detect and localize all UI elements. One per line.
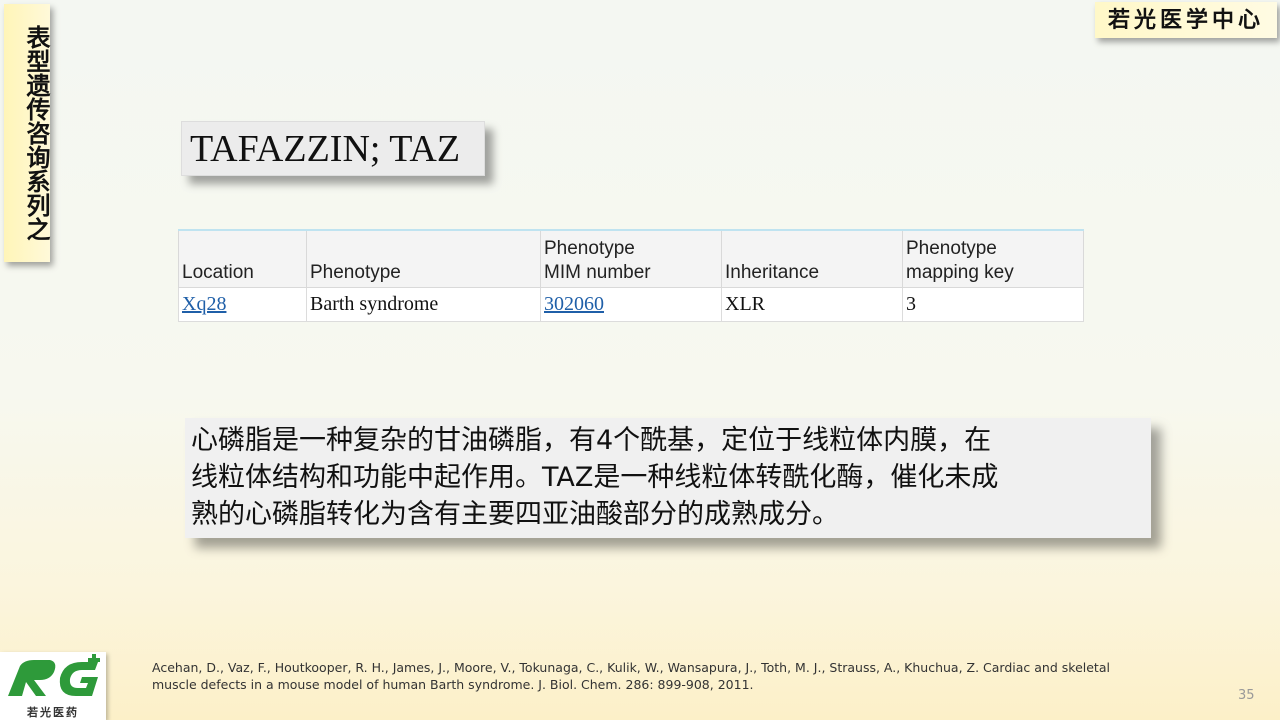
description-line: 熟的心磷脂转化为含有主要四亚油酸部分的成熟成分。 (191, 499, 839, 530)
header-location: Location (178, 229, 307, 288)
reference-line: Acehan, D., Vaz, F., Houtkooper, R. H., … (152, 660, 1110, 675)
series-side-tab: 表型遗传咨询系列之 (4, 4, 50, 262)
cell-location: Xq28 (178, 287, 307, 322)
gene-title-box: TAFAZZIN; TAZ (181, 121, 485, 176)
table-row: Xq28 Barth syndrome 302060 XLR 3 (178, 287, 1084, 322)
table-header-row: Location Phenotype Phenotype MIM number I… (178, 229, 1084, 288)
header-inheritance: Inheritance (721, 229, 903, 288)
cell-inheritance: XLR (721, 287, 903, 322)
cell-phenotype: Barth syndrome (306, 287, 541, 322)
phenotype-table: Location Phenotype Phenotype MIM number I… (178, 229, 1084, 322)
mim-number-link[interactable]: 302060 (544, 293, 604, 315)
description-text: 心磷脂是一种复杂的甘油磷脂，有4个酰基，定位于线粒体内膜，在 线粒体结构和功能中… (185, 418, 1151, 533)
description-box: 心磷脂是一种复杂的甘油磷脂，有4个酰基，定位于线粒体内膜，在 线粒体结构和功能中… (185, 418, 1151, 538)
header-mapping-key: Phenotype mapping key (902, 229, 1084, 288)
location-link[interactable]: Xq28 (182, 293, 226, 315)
header-phenotype: Phenotype (306, 229, 541, 288)
description-line: 线粒体结构和功能中起作用。TAZ是一种线粒体转酰化酶，催化未成 (191, 462, 999, 493)
company-logo: 若光医药 (0, 652, 106, 720)
series-title: 表型遗传咨询系列之 (22, 25, 50, 241)
gene-title: TAFAZZIN; TAZ (190, 128, 461, 170)
cell-mapping-key: 3 (902, 287, 1084, 322)
rg-logo-icon (8, 654, 100, 696)
logo-name: 若光医药 (27, 706, 79, 719)
header-mim-number: Phenotype MIM number (540, 229, 722, 288)
description-line: 心磷脂是一种复杂的甘油磷脂，有4个酰基，定位于线粒体内膜，在 (191, 425, 992, 456)
page-number: 35 (1238, 688, 1255, 703)
brand-label: 若光医学中心 (1095, 2, 1277, 38)
cell-mim-number: 302060 (540, 287, 722, 322)
reference-line: muscle defects in a mouse model of human… (152, 677, 754, 692)
reference-citation: Acehan, D., Vaz, F., Houtkooper, R. H., … (152, 659, 1222, 693)
